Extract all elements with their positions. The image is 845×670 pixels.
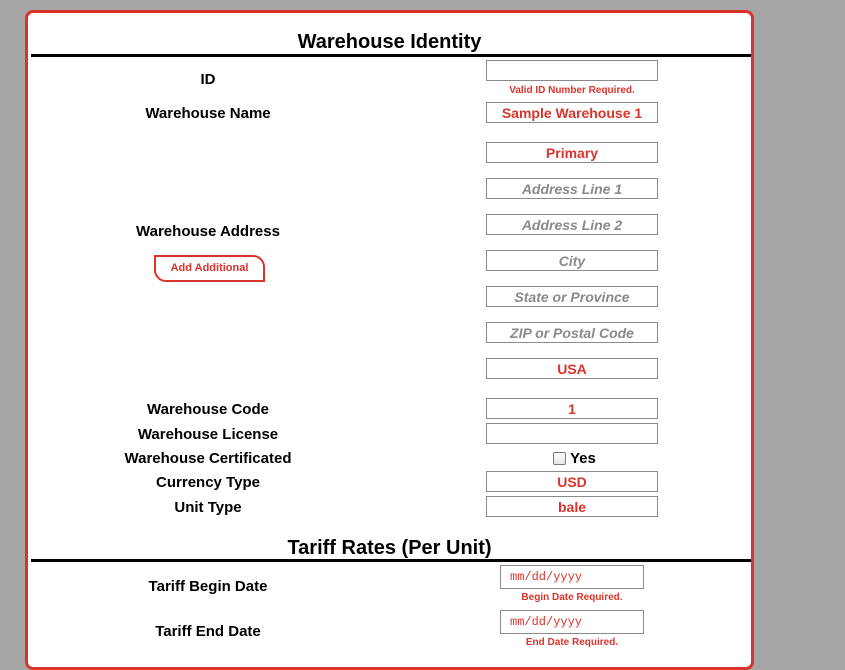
certificated-yes-label: Yes (570, 450, 596, 467)
id-input[interactable] (486, 60, 658, 81)
end-date-error-message: End Date Required. (525, 637, 619, 648)
zip-input[interactable] (486, 322, 658, 343)
warehouse-code-input[interactable] (486, 398, 658, 419)
certificated-checkbox[interactable] (553, 452, 566, 465)
unit-type-input[interactable] (486, 496, 658, 517)
city-input[interactable] (486, 250, 658, 271)
section-divider (31, 54, 751, 57)
section-divider (31, 559, 751, 562)
id-error-message: Valid ID Number Required. (509, 85, 635, 96)
id-label: ID (200, 71, 216, 88)
country-input[interactable] (486, 358, 658, 379)
tariff-end-date-label: Tariff End Date (155, 623, 261, 640)
begin-date-error-message: Begin Date Required. (521, 592, 623, 603)
address-type-input[interactable] (486, 142, 658, 163)
currency-type-input[interactable] (486, 471, 658, 492)
warehouse-name-input[interactable] (486, 102, 658, 123)
warehouse-certificated-label: Warehouse Certificated (124, 450, 292, 467)
certificated-checkbox-group: Yes (553, 450, 596, 467)
state-input[interactable] (486, 286, 658, 307)
warehouse-code-label: Warehouse Code (147, 401, 269, 418)
warehouse-license-input[interactable] (486, 423, 658, 444)
address-line1-input[interactable] (486, 178, 658, 199)
tariff-end-date-input[interactable]: mm/dd/yyyy (500, 610, 644, 634)
tariff-begin-date-input[interactable]: mm/dd/yyyy (500, 565, 644, 589)
address-line2-input[interactable] (486, 214, 658, 235)
tariff-begin-date-label: Tariff Begin Date (148, 578, 268, 595)
unit-type-label: Unit Type (174, 499, 242, 516)
warehouse-license-label: Warehouse License (137, 426, 279, 443)
warehouse-form-card: Warehouse Identity ID Valid ID Number Re… (25, 10, 754, 670)
warehouse-address-label: Warehouse Address (136, 223, 280, 240)
section-title-warehouse-identity: Warehouse Identity (297, 31, 482, 53)
section-title-tariff-rates: Tariff Rates (Per Unit) (287, 537, 492, 559)
warehouse-name-label: Warehouse Name (145, 105, 271, 122)
currency-type-label: Currency Type (156, 474, 260, 491)
add-additional-button[interactable]: Add Additional (154, 255, 265, 282)
